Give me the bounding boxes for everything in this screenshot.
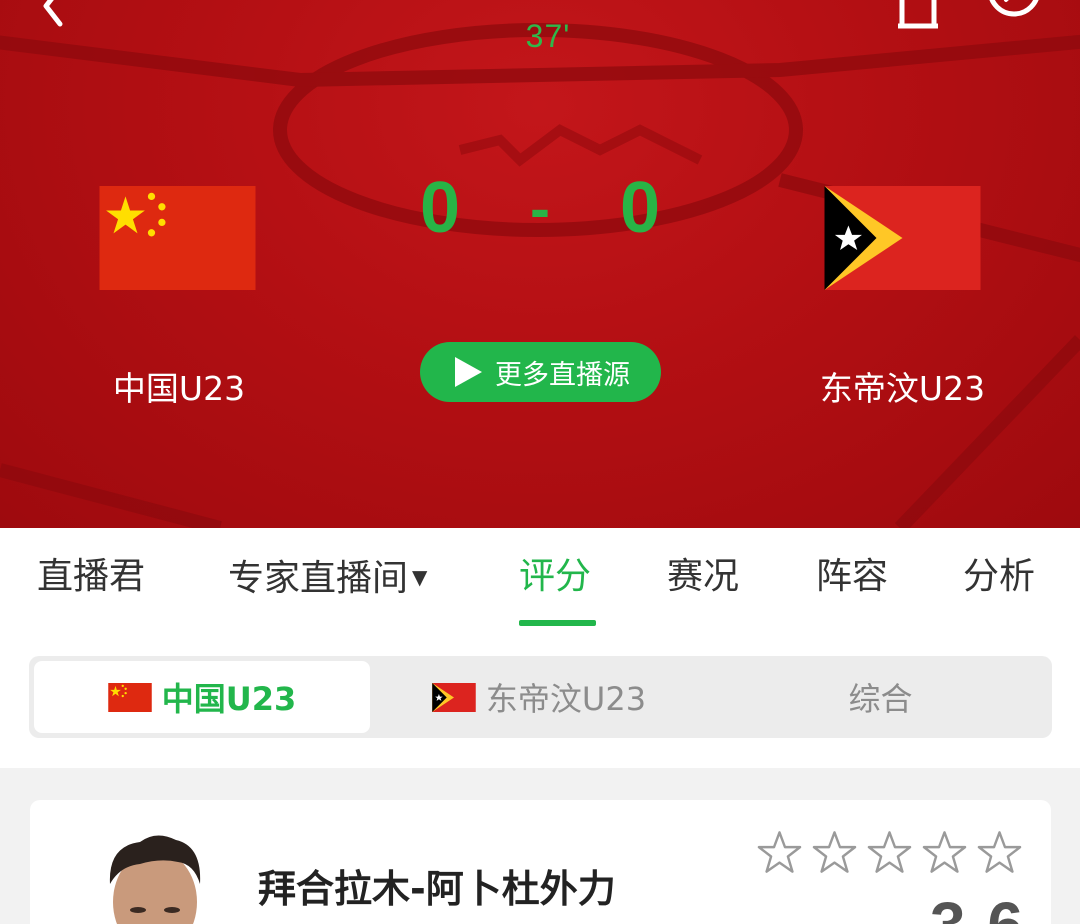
star-outline-icon[interactable]	[811, 830, 858, 876]
match-minute: 37'	[525, 18, 571, 54]
match-header: 37' 0 - 0 中国U23 更多直播源 东帝汶U23	[0, 0, 1080, 528]
player-rating-card[interactable]: 拜合拉木-阿卜杜外力 3.6	[30, 800, 1051, 924]
tab-lineup[interactable]: 阵容	[816, 528, 888, 628]
player-rating-value: 3.6	[930, 888, 1025, 924]
star-outline-icon[interactable]	[866, 830, 913, 876]
timor-leste-flag-icon	[432, 682, 476, 712]
team-switch: 中国U23 东帝汶U23 综合	[29, 656, 1052, 738]
bell-icon	[898, 0, 938, 29]
team-switch-area: 中国U23 东帝汶U23 综合	[0, 628, 1080, 768]
tab-bar: 直播君 专家直播间 ▼ 评分 赛况 阵容 分析	[0, 528, 1080, 628]
score-board: 0 - 0	[420, 168, 660, 248]
rating-stars	[756, 830, 1023, 876]
player-name: 拜合拉木-阿卜杜外力	[258, 867, 616, 911]
score-separator: -	[530, 174, 550, 242]
china-flag-icon	[107, 682, 152, 712]
team-switch-away-label: 东帝汶U23	[485, 680, 647, 718]
team-switch-overall[interactable]: 综合	[709, 656, 1052, 738]
tab-ratings[interactable]: 评分	[519, 528, 591, 628]
tab-analysis[interactable]: 分析	[963, 528, 1035, 628]
active-tab-indicator	[519, 620, 596, 626]
more-live-sources-button[interactable]: 更多直播源	[420, 342, 661, 402]
home-team-name[interactable]: 中国U23	[104, 362, 254, 410]
star-outline-icon[interactable]	[921, 830, 968, 876]
caret-down-icon: ▼	[412, 565, 428, 589]
timer-button[interactable]	[982, 0, 1044, 32]
star-outline-icon[interactable]	[976, 830, 1023, 876]
china-flag-icon	[99, 186, 256, 290]
play-icon	[455, 357, 482, 387]
timor-leste-flag-icon	[824, 186, 981, 290]
team-switch-away[interactable]: 东帝汶U23	[369, 656, 709, 738]
chevron-left-icon	[43, 0, 63, 27]
home-score: 0	[420, 168, 461, 248]
team-switch-overall-label: 综合	[848, 680, 913, 718]
away-score: 0	[619, 168, 660, 248]
team-switch-home[interactable]: 中国U23	[34, 661, 370, 733]
tab-match-events[interactable]: 赛况	[667, 528, 739, 628]
tab-live-host[interactable]: 直播君	[37, 528, 145, 628]
more-live-sources-label: 更多直播源	[495, 359, 630, 391]
team-switch-home-label: 中国U23	[161, 680, 297, 718]
back-button[interactable]	[30, 0, 90, 32]
notification-button[interactable]	[888, 0, 948, 30]
away-team-name[interactable]: 东帝汶U23	[800, 362, 1005, 410]
tab-expert-room[interactable]: 专家直播间 ▼	[228, 528, 427, 628]
player-avatar	[109, 835, 201, 924]
tab-expert-room-label: 专家直播间	[228, 558, 409, 599]
clock-icon	[989, 0, 1039, 17]
star-outline-icon[interactable]	[756, 830, 803, 876]
